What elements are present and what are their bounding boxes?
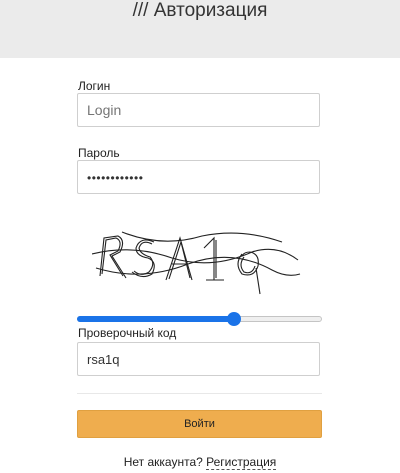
divider [77,393,322,394]
password-input[interactable]: •••••••••••• [77,160,320,194]
login-button[interactable]: Войти [77,410,322,438]
captcha-image [92,231,301,295]
verify-code-input[interactable]: rsa1q [77,342,320,376]
login-label: Логин [78,79,111,93]
slider-fill [77,316,234,322]
verify-label: Проверочный код [78,326,177,340]
page-title: /// Авторизация [132,0,268,21]
register-prompt: Нет аккаунта? Регистрация [0,455,400,470]
register-link[interactable]: Регистрация [206,455,277,470]
login-input[interactable] [77,93,320,127]
password-label: Пароль [78,146,120,160]
no-account-text: Нет аккаунта? [123,455,203,469]
captcha-slider[interactable] [77,312,322,326]
slider-thumb[interactable] [227,312,241,326]
page-header: /// Авторизация [0,0,400,58]
